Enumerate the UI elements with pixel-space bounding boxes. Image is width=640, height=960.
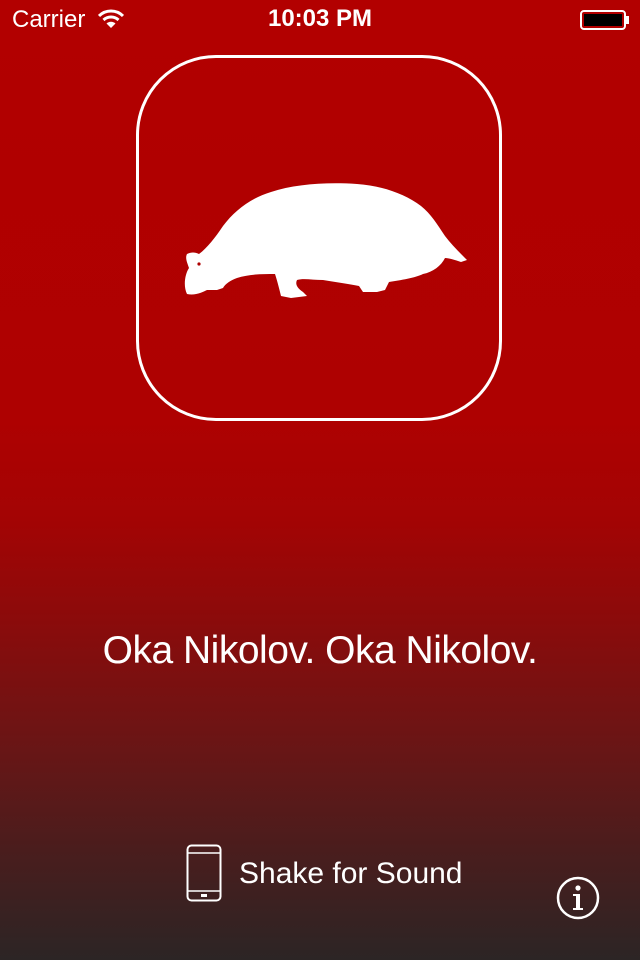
tagline-text: Oka Nikolov. Oka Nikolov. (102, 629, 538, 672)
shake-label: Shake for Sound (239, 857, 463, 890)
app-screen: Carrier 10:03 PM Oka Nikolov. Oka Nikolo… (0, 0, 640, 960)
shake-for-sound-button[interactable]: Shake for Sound (186, 844, 476, 904)
info-icon[interactable] (556, 876, 600, 920)
status-clock: 10:03 PM (267, 5, 373, 32)
battery-icon (580, 10, 629, 30)
app-logo (136, 55, 502, 421)
badger-icon (184, 183, 468, 298)
status-bar: Carrier 10:03 PM (0, 0, 640, 40)
phone-icon (186, 844, 222, 902)
